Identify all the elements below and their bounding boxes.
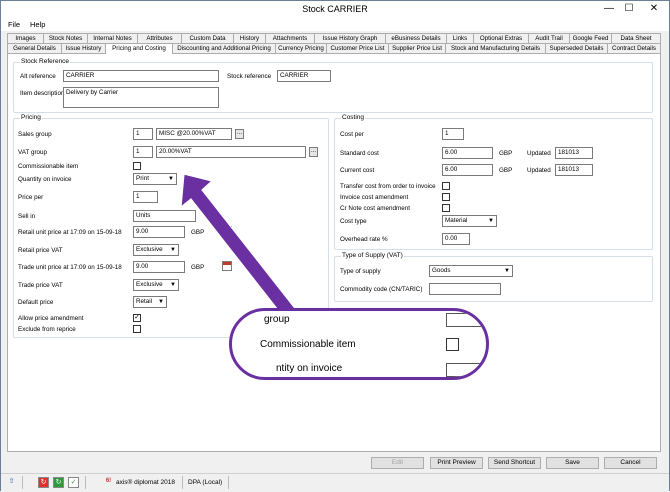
status-bar: ⇧ ↻ ↻ ✓ 6! axis® diplomat 2018 DPA (Loca… [1, 473, 669, 491]
zoom-sales-group-label: group [264, 314, 290, 325]
refresh-red-icon[interactable]: ↻ [38, 477, 49, 488]
zoom-input-bottom [446, 363, 482, 377]
separator [85, 476, 86, 489]
tab-pricing-and-costing[interactable]: Pricing and Costing [105, 43, 173, 54]
up-arrow-icon[interactable]: ⇧ [6, 477, 17, 488]
database-name: DPA (Local) [188, 479, 223, 486]
zoom-input-top [446, 313, 482, 327]
refresh-green-icon[interactable]: ↻ [53, 477, 64, 488]
stock-window: Stock CARRIER — ☐ ✕ File Help Images Sto… [0, 0, 670, 491]
annotation-arrow [180, 173, 302, 325]
zoom-qty-label: ntity on invoice [276, 363, 343, 374]
send-shortcut-button[interactable]: Send Shortcut [488, 457, 541, 469]
cancel-button[interactable]: Cancel [604, 457, 657, 469]
save-button[interactable]: Save [546, 457, 599, 469]
edit-button[interactable]: Edit [371, 457, 424, 469]
zoom-callout: group Commissionable item ntity on invoi… [229, 308, 489, 380]
app-version: axis® diplomat 2018 [116, 479, 175, 486]
zoom-commissionable-label: Commissionable item [260, 339, 356, 350]
axis-logo-icon: 6! [105, 478, 112, 484]
zoom-commissionable-checkbox [446, 338, 459, 351]
separator [228, 476, 229, 489]
separator [22, 476, 23, 489]
checklist-icon[interactable]: ✓ [68, 477, 79, 488]
separator [182, 476, 183, 489]
print-preview-button[interactable]: Print Preview [430, 457, 483, 469]
